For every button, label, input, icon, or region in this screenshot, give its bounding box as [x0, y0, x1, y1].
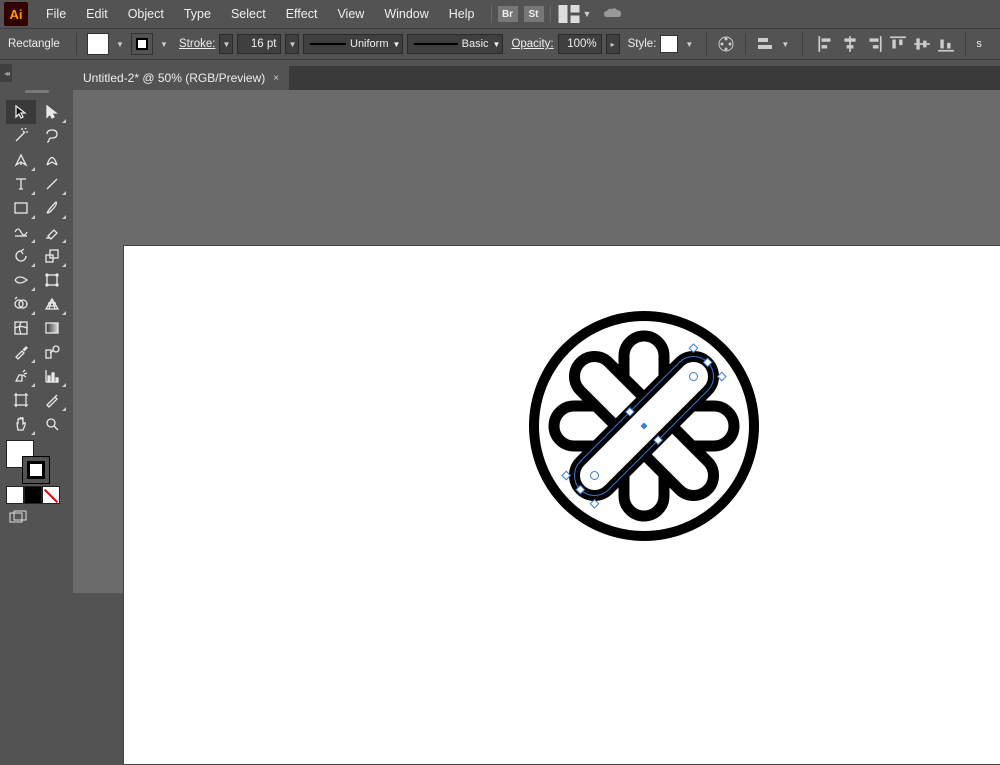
lasso-tool-icon[interactable]	[37, 124, 67, 148]
screen-mode-button[interactable]	[0, 504, 73, 537]
menu-view[interactable]: View	[327, 3, 374, 25]
align-left-icon[interactable]	[817, 35, 835, 53]
app-logo-icon: Ai	[4, 2, 28, 26]
menu-bar: Ai File Edit Object Type Select Effect V…	[0, 0, 1000, 28]
stroke-swatch[interactable]	[131, 33, 153, 55]
align-bottom-icon[interactable]	[937, 35, 955, 53]
control-bar: Rectangle ▼ ▼ Stroke: ▼ 16 pt ▼ Uniform▼…	[0, 28, 1000, 60]
chevron-down-icon[interactable]: ▼	[583, 9, 592, 19]
menu-select[interactable]: Select	[221, 3, 276, 25]
curvature-tool-icon[interactable]	[37, 148, 67, 172]
profile-select[interactable]: Uniform▼	[303, 34, 403, 54]
panel-collapse-button[interactable]: ◂◂	[0, 64, 12, 82]
column-graph-tool-icon[interactable]	[37, 364, 67, 388]
panel-grip[interactable]	[0, 90, 73, 98]
rectangle-tool-icon[interactable]	[6, 196, 36, 220]
align-hcenter-icon[interactable]	[841, 35, 859, 53]
menu-effect[interactable]: Effect	[276, 3, 328, 25]
document-tab-title: Untitled-2* @ 50% (RGB/Preview)	[83, 71, 265, 85]
opacity-dropdown[interactable]: ▸	[606, 34, 620, 54]
pen-tool-icon[interactable]	[6, 148, 36, 172]
color-mode-gradient[interactable]	[24, 486, 42, 504]
free-transform-tool-icon[interactable]	[37, 268, 67, 292]
close-icon[interactable]: ×	[273, 73, 279, 84]
tools-panel	[0, 84, 73, 593]
fill-swatch[interactable]	[87, 33, 109, 55]
divider	[76, 33, 77, 55]
scale-tool-icon[interactable]	[37, 244, 67, 268]
magic-wand-tool-icon[interactable]	[6, 124, 36, 148]
arrange-documents-icon[interactable]	[557, 2, 581, 26]
gradient-tool-icon[interactable]	[37, 316, 67, 340]
stroke-decrease[interactable]: ▼	[219, 34, 233, 54]
shape-builder-tool-icon[interactable]	[6, 292, 36, 316]
stroke-size-input[interactable]: 16 pt	[237, 34, 281, 54]
style-dropdown[interactable]: ▼	[682, 33, 696, 55]
shaper-tool-icon[interactable]	[6, 220, 36, 244]
stroke-size-dropdown[interactable]: ▼	[285, 34, 299, 54]
menu-file[interactable]: File	[36, 3, 76, 25]
gpu-preview-icon[interactable]	[601, 2, 625, 26]
line-segment-tool-icon[interactable]	[37, 172, 67, 196]
brush-select[interactable]: Basic▼	[407, 34, 503, 54]
divider	[802, 33, 803, 55]
artboard[interactable]	[123, 245, 1000, 765]
selection-type: Rectangle	[6, 38, 66, 50]
opacity-input[interactable]: 100%	[558, 34, 602, 54]
align-top-icon[interactable]	[889, 35, 907, 53]
menu-object[interactable]: Object	[118, 3, 174, 25]
opacity-label[interactable]: Opacity:	[511, 38, 553, 50]
artboard-tool-icon[interactable]	[6, 388, 36, 412]
align-right-icon[interactable]	[865, 35, 883, 53]
menu-edit[interactable]: Edit	[76, 3, 118, 25]
width-tool-icon[interactable]	[6, 268, 36, 292]
eraser-tool-icon[interactable]	[37, 220, 67, 244]
align-panel-icon[interactable]	[756, 35, 774, 53]
menu-type[interactable]: Type	[174, 3, 221, 25]
selection-tool-icon[interactable]	[6, 100, 36, 124]
align-buttons	[817, 35, 955, 53]
workspace[interactable]	[73, 90, 1000, 593]
style-swatch[interactable]	[660, 35, 678, 53]
align-panel-dropdown[interactable]: ▼	[778, 33, 792, 55]
divider	[965, 33, 966, 55]
divider	[706, 33, 707, 55]
blend-tool-icon[interactable]	[37, 340, 67, 364]
stroke-label[interactable]: Stroke:	[179, 38, 215, 50]
align-vcenter-icon[interactable]	[913, 35, 931, 53]
artwork[interactable]	[524, 306, 764, 546]
document-tab[interactable]: Untitled-2* @ 50% (RGB/Preview) ×	[73, 66, 289, 90]
color-mode-none[interactable]	[42, 486, 60, 504]
zoom-tool-icon[interactable]	[37, 412, 67, 436]
shape-panel-label: s	[976, 38, 982, 50]
divider	[550, 5, 551, 23]
direct-selection-tool-icon[interactable]	[37, 100, 67, 124]
eyedropper-tool-icon[interactable]	[6, 340, 36, 364]
paintbrush-tool-icon[interactable]	[37, 196, 67, 220]
symbol-sprayer-tool-icon[interactable]	[6, 364, 36, 388]
menu-window[interactable]: Window	[374, 3, 438, 25]
hand-tool-icon[interactable]	[6, 412, 36, 436]
slice-tool-icon[interactable]	[37, 388, 67, 412]
color-mode-solid[interactable]	[6, 486, 24, 504]
recolor-icon[interactable]	[717, 35, 735, 53]
stock-icon[interactable]: St	[524, 6, 544, 22]
menu-help[interactable]: Help	[439, 3, 485, 25]
perspective-grid-tool-icon[interactable]	[37, 292, 67, 316]
rotate-tool-icon[interactable]	[6, 244, 36, 268]
stroke-color-swatch[interactable]	[22, 456, 50, 484]
mesh-tool-icon[interactable]	[6, 316, 36, 340]
fill-dropdown[interactable]: ▼	[113, 33, 127, 55]
stroke-dropdown[interactable]: ▼	[157, 33, 171, 55]
document-tabs: Untitled-2* @ 50% (RGB/Preview) ×	[73, 66, 1000, 90]
type-tool-icon[interactable]	[6, 172, 36, 196]
bridge-icon[interactable]: Br	[498, 6, 518, 22]
divider	[491, 5, 492, 23]
style-label: Style:	[628, 38, 657, 50]
fill-stroke-swatches[interactable]	[0, 438, 73, 486]
divider	[745, 33, 746, 55]
